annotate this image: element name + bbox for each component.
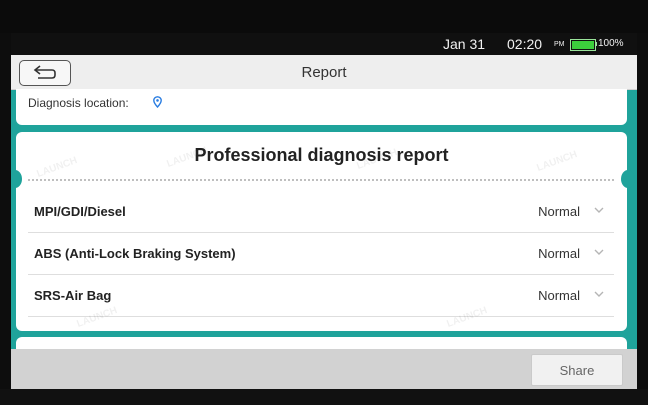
location-pin-icon[interactable]: [153, 96, 162, 108]
system-name: MPI/GDI/Diesel: [34, 204, 126, 219]
battery-percent: 100%: [598, 38, 624, 49]
share-button[interactable]: Share: [531, 354, 623, 386]
system-name: ABS (Anti-Lock Braking System): [34, 246, 236, 261]
device-bezel-bottom: [0, 389, 648, 405]
device-screen: Jan 31 02:20 PM 100% Report Diagnosis lo…: [11, 33, 637, 389]
report-card: Professional diagnosis report MPI/GDI/Di…: [11, 132, 635, 331]
chevron-down-icon[interactable]: [594, 290, 604, 298]
system-row-0[interactable]: MPI/GDI/Diesel Normal: [28, 190, 614, 233]
chevron-down-icon[interactable]: [594, 206, 604, 214]
system-name: SRS-Air Bag: [34, 288, 112, 303]
system-row-1[interactable]: ABS (Anti-Lock Braking System) Normal: [28, 232, 614, 275]
device-bezel-top: [0, 0, 648, 33]
battery-tip: [595, 42, 597, 46]
dotted-divider: [28, 179, 614, 181]
card-notch-right: [621, 170, 635, 188]
status-ampm: PM: [554, 41, 565, 48]
system-status: Normal: [538, 246, 580, 261]
chevron-down-icon[interactable]: [594, 248, 604, 256]
diagnosis-location-label: Diagnosis location:: [28, 96, 129, 110]
device-bezel-right: [637, 33, 648, 405]
battery-fill: [572, 41, 594, 49]
system-status: Normal: [538, 288, 580, 303]
status-time: 02:20: [507, 36, 543, 52]
status-bar: Jan 31 02:20 PM 100%: [11, 33, 637, 55]
title-bar: Report: [11, 55, 637, 90]
device-bezel-left: [0, 33, 11, 405]
system-status: Normal: [538, 204, 580, 219]
battery-icon: [570, 39, 596, 51]
card-notch-left: [11, 170, 22, 188]
location-card: Diagnosis location:: [16, 89, 627, 125]
page-title: Report: [301, 64, 347, 81]
status-date: Jan 31: [443, 36, 486, 52]
footer-bar: Share: [11, 349, 637, 389]
